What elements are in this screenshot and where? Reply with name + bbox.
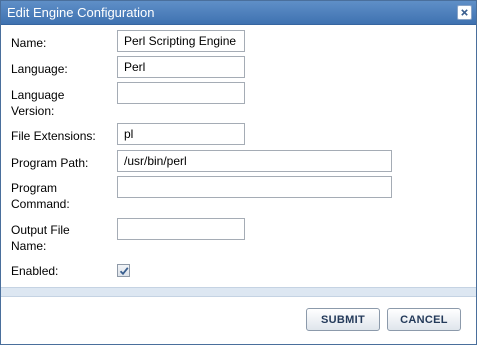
edit-engine-dialog: Edit Engine Configuration Name: Language… (0, 0, 477, 345)
program-path-label: Program Path: (11, 156, 89, 170)
name-field[interactable] (117, 30, 245, 52)
cancel-button[interactable]: CANCEL (387, 308, 461, 331)
program-command-label-line2: Command: (11, 197, 70, 211)
program-path-field[interactable] (117, 150, 392, 172)
language-version-label-line1: Language (11, 88, 65, 102)
program-command-label-line1: Program (11, 181, 58, 195)
close-button[interactable] (457, 5, 472, 20)
dialog-titlebar: Edit Engine Configuration (1, 1, 476, 25)
output-file-name-label-line2: Name: (11, 239, 47, 253)
language-version-label-line2: Version: (11, 104, 55, 118)
file-extensions-field[interactable] (117, 123, 245, 145)
language-version-field[interactable] (117, 82, 245, 104)
checkmark-icon (119, 266, 129, 275)
submit-button[interactable]: SUBMIT (306, 308, 380, 331)
name-label: Name: (11, 36, 47, 50)
footer-divider (1, 287, 476, 297)
enabled-checkbox[interactable] (117, 264, 130, 277)
language-label: Language: (11, 62, 68, 76)
close-icon (461, 9, 468, 16)
enabled-label: Enabled: (11, 264, 59, 278)
language-field[interactable] (117, 56, 245, 78)
output-file-name-field[interactable] (117, 218, 245, 240)
file-extensions-label: File Extensions: (11, 129, 96, 143)
dialog-title: Edit Engine Configuration (7, 5, 155, 20)
program-command-field[interactable] (117, 176, 392, 198)
output-file-name-label-line1: Output File (11, 223, 70, 237)
